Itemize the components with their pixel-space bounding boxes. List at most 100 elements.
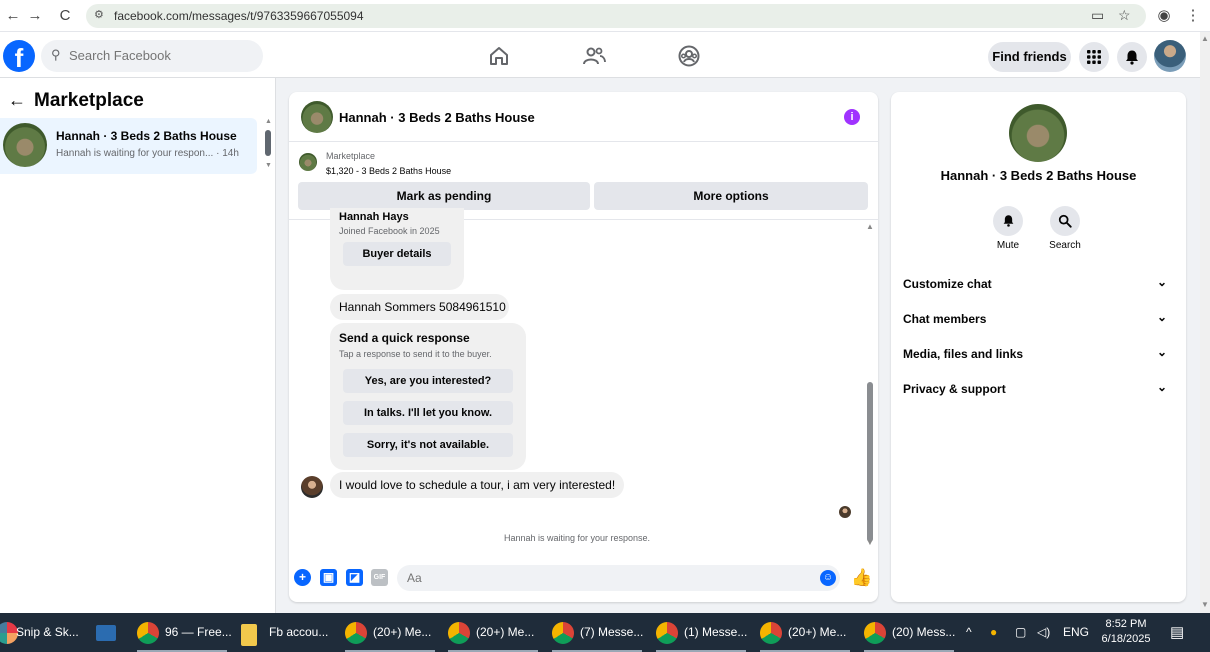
incoming-message: I would love to schedule a tour, i am ve… <box>330 472 624 498</box>
chrome-icon <box>864 622 886 644</box>
search-action[interactable]: Search <box>1040 206 1090 251</box>
taskbar-item-chrome[interactable]: (20+) Me... <box>345 613 440 652</box>
chat-avatar[interactable] <box>301 101 333 133</box>
media-files-links-section[interactable]: Media, files and links ⌄ <box>903 342 1175 366</box>
security-shield-icon[interactable]: ● <box>990 613 997 652</box>
seen-indicator-avatar <box>839 506 851 518</box>
site-info-icon[interactable]: ⚙ <box>94 8 104 21</box>
listing-thumbnail <box>3 123 47 167</box>
menu-grid-icon[interactable] <box>1079 42 1109 72</box>
taskbar-item-chrome[interactable]: (1) Messe... <box>656 613 751 652</box>
taskbar-item-chrome[interactable]: (7) Messe... <box>552 613 647 652</box>
chat-members-section[interactable]: Chat members ⌄ <box>903 307 1175 331</box>
taskbar-item-snip[interactable]: Snip & Sk... <box>0 613 88 652</box>
groups-icon[interactable] <box>677 44 701 68</box>
privacy-support-section[interactable]: Privacy & support ⌄ <box>903 377 1175 401</box>
bookmark-star-icon[interactable]: ☆ <box>1118 7 1131 24</box>
chrome-icon <box>137 622 159 644</box>
sticker-icon[interactable]: ◪ <box>346 569 363 586</box>
language-indicator[interactable]: ENG <box>1063 613 1089 652</box>
chevron-down-icon[interactable]: ⌄ <box>1157 310 1167 324</box>
taskbar-item-chrome[interactable]: (20+) Me... <box>760 613 855 652</box>
facebook-logo-icon[interactable]: f <box>3 40 35 73</box>
more-options-button[interactable]: More options <box>594 182 868 210</box>
plus-icon[interactable]: + <box>294 569 311 586</box>
scroll-down-icon[interactable]: ▼ <box>265 162 272 169</box>
chat-scrollbar[interactable]: ▲ ▼ <box>866 220 874 550</box>
page-scrollbar[interactable]: ▲ ▼ <box>1200 32 1210 613</box>
scroll-down-icon[interactable]: ▼ <box>866 538 874 547</box>
listing-price-title[interactable]: $1,320 - 3 Beds 2 Baths House <box>326 166 451 176</box>
message-composer: + ▣ ◪ GIF ☺ 👍 <box>289 562 878 594</box>
scroll-up-icon[interactable]: ▲ <box>265 118 272 125</box>
info-icon[interactable]: i <box>844 109 860 125</box>
sender-avatar[interactable] <box>301 476 323 498</box>
gif-icon[interactable]: GIF <box>371 569 388 586</box>
taskbar-item-chrome[interactable]: 96 — Free... <box>137 613 232 652</box>
back-arrow-icon[interactable]: ← <box>2 5 24 27</box>
taskbar-label: (20) Mess... <box>892 625 956 639</box>
taskbar-label: 96 — Free... <box>165 625 232 639</box>
volume-icon[interactable]: ◁) <box>1037 613 1050 652</box>
chevron-down-icon[interactable]: ⌄ <box>1157 275 1167 289</box>
taskbar-clock[interactable]: 8:52 PM 6/18/2025 <box>1096 617 1156 647</box>
back-arrow-icon[interactable]: ← <box>8 90 26 111</box>
bell-icon[interactable] <box>993 206 1023 236</box>
scroll-thumb[interactable] <box>265 130 271 156</box>
chevron-down-icon[interactable]: ⌄ <box>1157 345 1167 359</box>
listing-thumbnail[interactable] <box>299 153 317 171</box>
quick-response-button[interactable]: Yes, are you interested? <box>343 369 513 393</box>
chat-title[interactable]: Hannah · 3 Beds 2 Baths House <box>339 110 535 125</box>
marketplace-label: Marketplace <box>326 151 376 161</box>
taskbar-item-folder[interactable]: Fb accou... <box>241 613 336 652</box>
scroll-up-icon[interactable]: ▲ <box>1201 34 1209 43</box>
customize-chat-section[interactable]: Customize chat ⌄ <box>903 272 1175 296</box>
taskbar-label: Fb accou... <box>269 625 329 639</box>
message-list: Hannah Hays Joined Facebook in 2025 Buye… <box>289 208 878 550</box>
taskbar-item-app[interactable] <box>96 613 118 652</box>
mute-label: Mute <box>996 240 1020 251</box>
search-box[interactable]: ⚲ <box>41 40 263 72</box>
mute-action[interactable]: Mute <box>983 206 1033 251</box>
image-icon[interactable]: ▣ <box>320 569 337 586</box>
thumbs-up-icon[interactable]: 👍 <box>851 568 872 588</box>
message-input[interactable] <box>397 565 840 591</box>
browser-menu-icon[interactable]: ⋮ <box>1182 5 1204 27</box>
scroll-up-icon[interactable]: ▲ <box>866 222 874 231</box>
search-input[interactable] <box>69 48 249 63</box>
quick-response-button[interactable]: In talks. I'll let you know. <box>343 401 513 425</box>
emoji-icon[interactable]: ☺ <box>820 570 836 586</box>
sidebar-scrollbar[interactable]: ▲ ▼ <box>265 118 272 174</box>
show-hidden-icons-icon[interactable]: ^ <box>966 613 972 652</box>
buyer-details-button[interactable]: Buyer details <box>343 242 451 266</box>
find-friends-button[interactable]: Find friends <box>988 42 1071 72</box>
install-app-icon[interactable]: ▭ <box>1091 7 1104 24</box>
profile-icon[interactable]: ◉ <box>1153 5 1175 27</box>
forward-arrow-icon[interactable]: → <box>24 5 46 27</box>
scroll-thumb[interactable] <box>867 382 873 542</box>
url-text: facebook.com/messages/t/9763359667055094 <box>114 9 364 23</box>
search-icon[interactable] <box>1050 206 1080 236</box>
taskbar-label: (20+) Me... <box>373 625 432 639</box>
notifications-bell-icon[interactable] <box>1117 42 1147 72</box>
quick-response-title: Send a quick response <box>339 331 470 345</box>
conversation-item[interactable]: Hannah · 3 Beds 2 Baths House Hannah is … <box>0 118 257 174</box>
marketplace-sidebar: ← Marketplace Hannah · 3 Beds 2 Baths Ho… <box>0 78 276 613</box>
camera-icon[interactable]: ▢ <box>1015 613 1026 652</box>
mark-as-pending-button[interactable]: Mark as pending <box>298 182 590 210</box>
folder-icon <box>241 624 257 646</box>
chevron-down-icon[interactable]: ⌄ <box>1157 380 1167 394</box>
home-icon[interactable] <box>487 44 511 68</box>
reload-icon[interactable]: C <box>54 5 76 27</box>
friends-icon[interactable] <box>582 44 606 68</box>
notification-center-icon[interactable]: ▤ <box>1170 613 1184 652</box>
address-bar[interactable]: ⚙ facebook.com/messages/t/97633596670550… <box>86 4 1146 28</box>
account-avatar[interactable] <box>1154 40 1186 72</box>
news-app-icon <box>96 625 116 641</box>
taskbar-item-chrome[interactable]: (20) Mess... <box>864 613 959 652</box>
sidebar-title: Marketplace <box>34 90 144 111</box>
taskbar-item-chrome[interactable]: (20+) Me... <box>448 613 543 652</box>
listing-avatar[interactable] <box>1009 104 1067 162</box>
quick-response-button[interactable]: Sorry, it's not available. <box>343 433 513 457</box>
scroll-down-icon[interactable]: ▼ <box>1201 600 1209 609</box>
